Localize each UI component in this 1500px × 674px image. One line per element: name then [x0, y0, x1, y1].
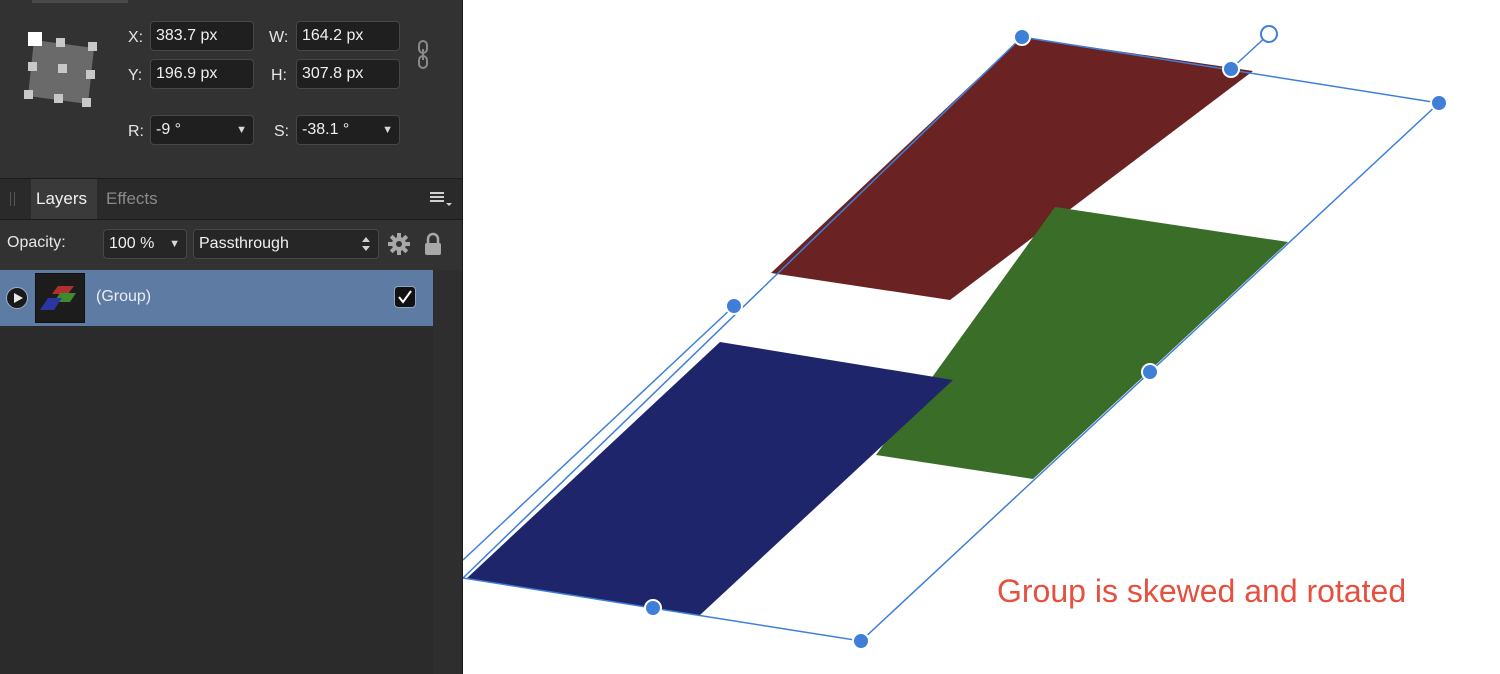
gear-icon[interactable]	[388, 233, 410, 260]
chevron-down-icon: ▼	[236, 124, 247, 136]
x-label: X:	[128, 29, 144, 46]
h-field[interactable]: 307.8 px	[296, 59, 400, 89]
handle-top-right	[1430, 94, 1448, 112]
layer-row-group[interactable]: (Group)	[0, 270, 433, 326]
handle-mid-left	[725, 297, 743, 315]
blue-rectangle	[466, 342, 953, 615]
blend-mode-select[interactable]: Passthrough	[193, 229, 379, 259]
rotation-dropdown[interactable]: -9 ° ▼	[150, 115, 254, 145]
layers-list: (Group)	[0, 270, 433, 674]
y-field[interactable]: 196.9 px	[150, 59, 254, 89]
shear-value: -38.1 °	[302, 121, 350, 138]
visibility-checkbox[interactable]	[394, 286, 416, 308]
w-field[interactable]: 164.2 px	[296, 21, 400, 51]
opacity-dropdown[interactable]: 100 % ▼	[103, 229, 187, 259]
chain-link-icon[interactable]	[417, 40, 429, 75]
layer-name: (Group)	[96, 288, 152, 305]
tab-effects[interactable]: Effects	[101, 179, 163, 219]
handle-bottom-mid	[644, 599, 662, 617]
rotation-handle	[1260, 25, 1278, 43]
shear-dropdown[interactable]: -38.1 ° ▼	[296, 115, 400, 145]
opacity-label: Opacity:	[7, 234, 66, 251]
disclosure-triangle-icon[interactable]	[6, 287, 28, 309]
h-label: H:	[271, 67, 287, 84]
handle-top-left	[1013, 28, 1031, 46]
opacity-value: 100 %	[109, 235, 155, 252]
x-field[interactable]: 383.7 px	[150, 21, 254, 51]
lock-icon[interactable]	[425, 232, 441, 261]
panel-tab-bar: Layers Effects	[0, 179, 462, 220]
layers-scroll-track[interactable]	[433, 270, 462, 674]
r-label: R:	[128, 123, 144, 140]
handle-bottom-right	[852, 632, 870, 650]
chevron-down-icon: ▼	[382, 124, 393, 136]
handle-mid-right	[1141, 363, 1159, 381]
w-label: W:	[269, 29, 289, 46]
s-label: S:	[274, 123, 290, 140]
drag-grip-icon[interactable]	[10, 192, 16, 206]
left-panel: X: 383.7 px W: 164.2 px Y: 196.9 px H: 3…	[0, 0, 463, 674]
y-label: Y:	[128, 67, 143, 84]
canvas-annotation-text: Group is skewed and rotated	[997, 573, 1407, 609]
updown-arrows-icon	[362, 235, 370, 253]
checkmark-icon	[398, 290, 412, 304]
anchor-widget-icon[interactable]	[22, 28, 102, 108]
panel-tab-stub	[32, 0, 128, 3]
layer-thumbnail	[35, 273, 85, 323]
handle-top-mid	[1222, 60, 1240, 78]
hamburger-menu-icon[interactable]	[430, 191, 454, 212]
transform-panel: X: 383.7 px W: 164.2 px Y: 196.9 px H: 3…	[0, 0, 462, 179]
tab-layers[interactable]: Layers	[31, 179, 97, 219]
chevron-down-icon: ▼	[169, 238, 180, 250]
rotation-value: -9 °	[156, 121, 182, 138]
blend-mode-value: Passthrough	[199, 235, 289, 252]
